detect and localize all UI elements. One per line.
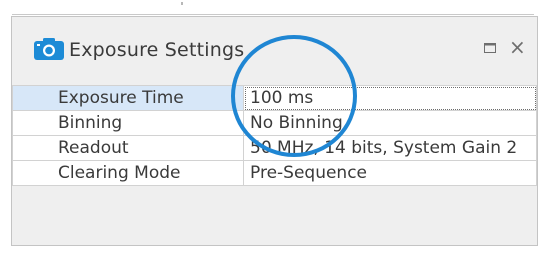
camera-icon (34, 38, 64, 60)
close-icon[interactable]: × (509, 37, 526, 57)
exposure-settings-panel: Exposure Settings × Exposure Time 100 ms… (11, 16, 538, 246)
property-row-binning[interactable]: Binning No Binning (12, 110, 537, 136)
property-value-input[interactable]: 100 ms (243, 85, 537, 111)
property-label: Readout (12, 135, 244, 161)
property-label: Clearing Mode (12, 160, 244, 186)
property-grid: Exposure Time 100 ms Binning No Binning … (12, 85, 537, 186)
property-value-dropdown[interactable]: 50 MHz, 14 bits, System Gain 2 (243, 135, 537, 161)
property-row-clearing-mode[interactable]: Clearing Mode Pre-Sequence (12, 160, 537, 186)
maximize-icon[interactable] (484, 43, 496, 53)
panel-title: Exposure Settings (69, 39, 245, 61)
panel-titlebar: Exposure Settings × (12, 17, 537, 83)
property-row-readout[interactable]: Readout 50 MHz, 14 bits, System Gain 2 (12, 135, 537, 161)
property-value-dropdown[interactable]: No Binning (243, 110, 537, 136)
property-value-dropdown[interactable]: Pre-Sequence (243, 160, 537, 186)
top-separator-line (12, 14, 534, 15)
property-label: Binning (12, 110, 244, 136)
property-label: Exposure Time (12, 85, 244, 111)
top-tick-mark (181, 2, 183, 5)
screenshot-stage: Exposure Settings × Exposure Time 100 ms… (0, 0, 546, 265)
property-row-exposure-time[interactable]: Exposure Time 100 ms (12, 85, 537, 111)
